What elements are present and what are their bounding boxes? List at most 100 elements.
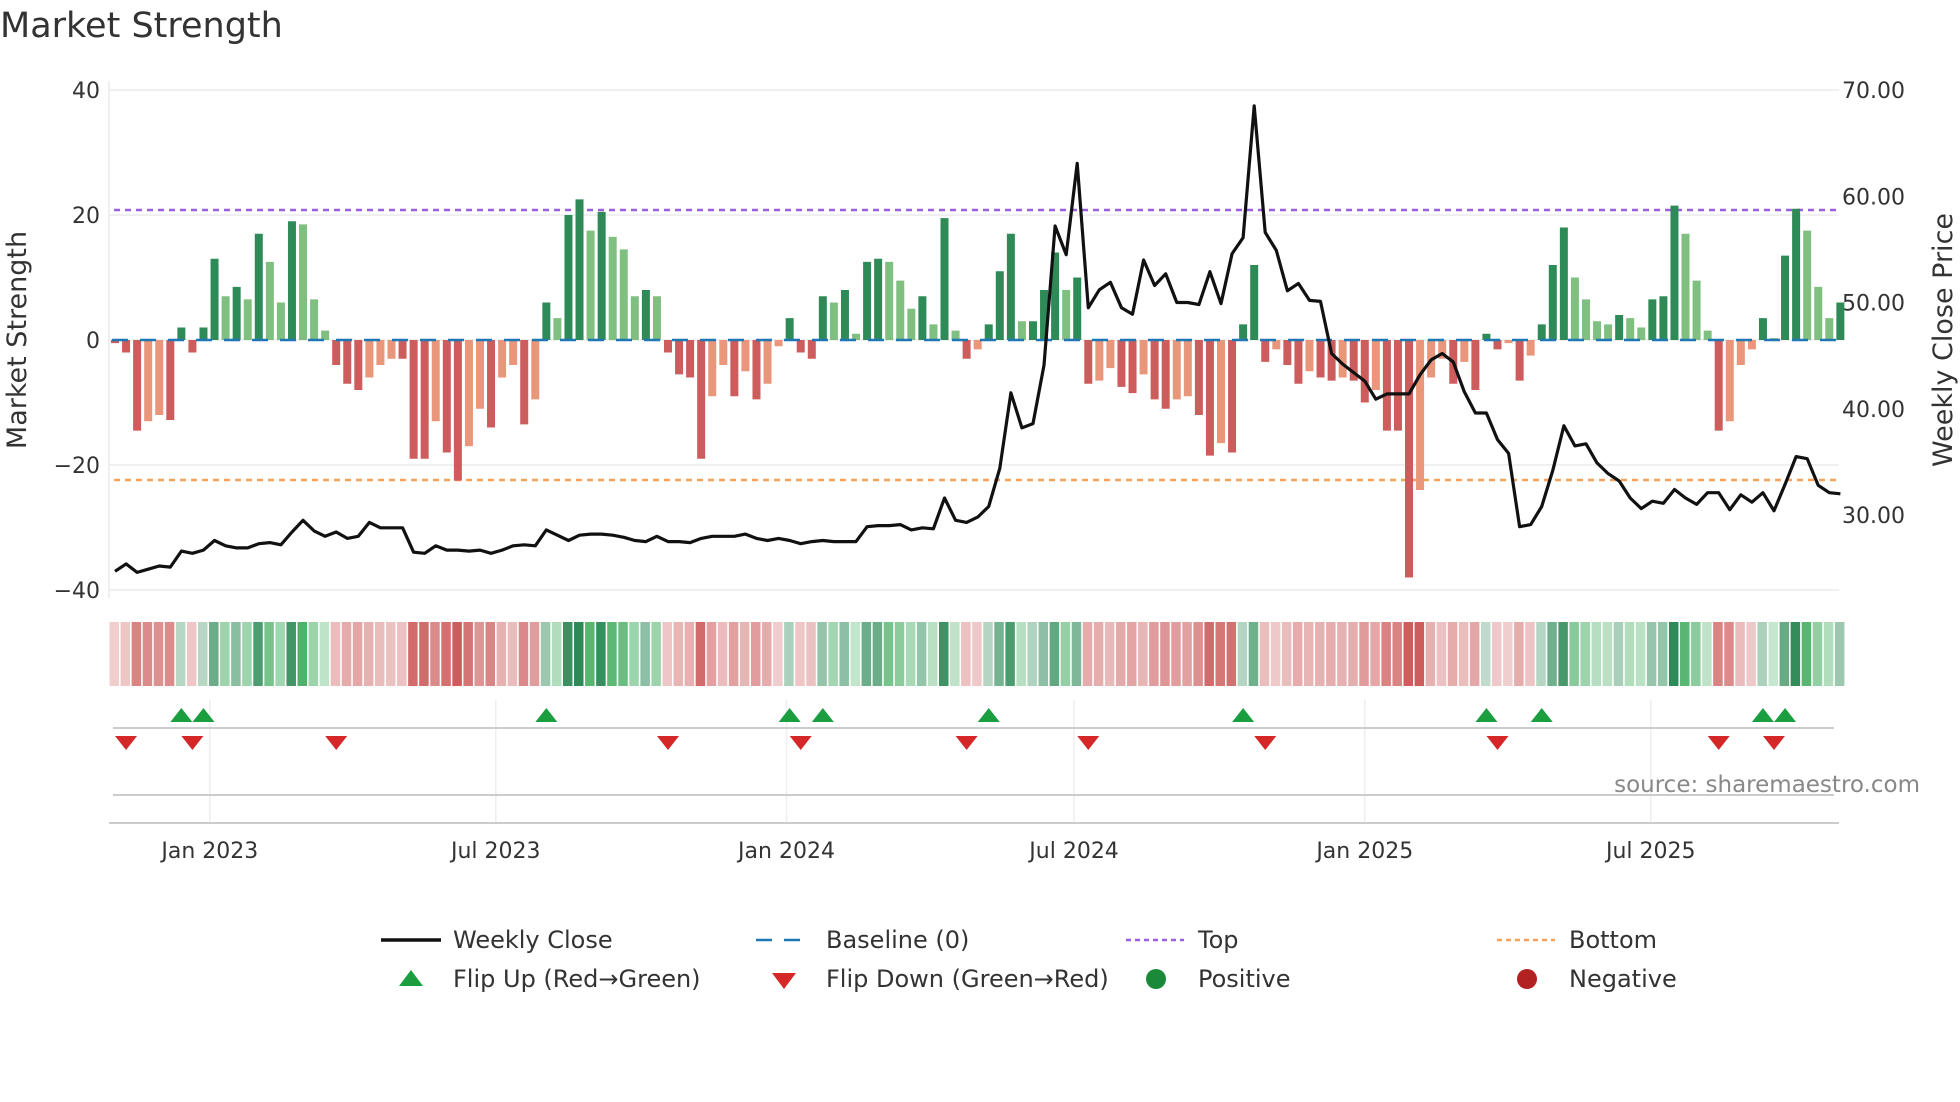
heat-strip-cell: [728, 622, 739, 686]
heat-strip-cell: [441, 622, 451, 686]
legend-positive: Positive: [1126, 965, 1291, 993]
strength-bar: [133, 340, 142, 431]
strength-bar: [1250, 265, 1259, 340]
heat-strip-cell: [1127, 622, 1137, 686]
line-dot-icon: [1497, 928, 1561, 952]
heat-strip-cell: [1370, 622, 1380, 686]
strength-bar: [487, 340, 496, 428]
strength-bar: [1360, 340, 1369, 403]
heat-strip-cell: [1414, 622, 1425, 686]
strength-bar: [1670, 205, 1679, 340]
heat-strip-cell: [352, 622, 363, 686]
strength-bar: [1526, 340, 1535, 356]
strength-bar: [1615, 315, 1624, 340]
heat-strip-cell: [286, 622, 296, 686]
strength-bar: [940, 218, 949, 340]
heat-strip-cell: [1104, 622, 1115, 686]
heat-strip-cell: [861, 622, 872, 686]
heat-strip-cell: [1724, 622, 1734, 686]
flip-down-marker: [657, 736, 679, 750]
strength-bar: [774, 340, 783, 347]
flip-down-marker: [789, 736, 812, 750]
heat-strip-cell: [1115, 622, 1126, 686]
heat-strip-cell: [1657, 622, 1668, 686]
heat-strip-cell: [551, 622, 562, 686]
heat-strip-cell: [397, 622, 407, 686]
strength-bar: [287, 221, 296, 340]
flip-down-marker: [115, 736, 138, 750]
legend-label: Positive: [1198, 965, 1291, 993]
strength-bar: [984, 324, 993, 340]
heat-strip-cell: [153, 622, 164, 686]
heat-strip-cell: [1691, 622, 1701, 686]
legend-label: Negative: [1569, 965, 1677, 993]
heat-strip-cell: [1503, 622, 1513, 686]
y2-tick-label: 70.00: [1842, 79, 1905, 104]
heat-strip-cell: [1215, 622, 1225, 686]
strength-bar: [664, 340, 672, 353]
heat-strip-cell: [839, 622, 849, 686]
heat-strip-cell: [1171, 622, 1181, 686]
heat-strip-cell: [916, 622, 927, 686]
flip-up-marker: [170, 708, 193, 722]
strength-bar: [542, 302, 551, 340]
heat-strip-cell: [1281, 622, 1292, 686]
strength-bar: [365, 340, 374, 378]
heat-strip-cell: [1259, 622, 1270, 686]
y-axis-title: Market Strength: [2, 231, 33, 449]
strength-bar: [1095, 340, 1104, 381]
strength-bar: [1161, 340, 1170, 409]
strength-bar: [619, 249, 628, 340]
legend-top: Top: [1126, 926, 1239, 954]
heat-strip-cell: [640, 622, 650, 686]
strength-bar: [144, 340, 153, 422]
heat-strip-cell: [1635, 622, 1646, 686]
heat-strip-cell: [1613, 622, 1624, 686]
heat-strip-cell: [220, 622, 230, 686]
strength-bar: [697, 340, 706, 459]
heat-strip-cell: [1768, 622, 1778, 686]
flip-down-marker: [1077, 736, 1100, 750]
strength-bar: [929, 324, 938, 340]
legend-baseline: Baseline (0): [754, 926, 969, 954]
heat-strip-cell: [1016, 622, 1026, 686]
heat-strip-cell: [319, 622, 330, 686]
heat-strip-cell: [961, 622, 971, 686]
heat-strip-cell: [430, 622, 440, 686]
strength-bar: [498, 340, 507, 378]
heat-strip-cell: [419, 622, 429, 686]
heat-strip-cell: [474, 622, 484, 686]
x-tick-label: Jan 2024: [736, 839, 835, 864]
heat-strip-cell: [673, 622, 684, 686]
strength-bar: [243, 299, 252, 340]
strength-bar: [741, 340, 750, 372]
heat-strip-cell: [1834, 622, 1845, 686]
heat-strip-cell: [1182, 622, 1192, 686]
heat-strip-cell: [1337, 622, 1347, 686]
strength-bar: [1593, 321, 1602, 340]
heat-strip-cell: [927, 622, 938, 686]
heat-strip-cell: [1536, 622, 1546, 686]
heat-strip-cell: [529, 622, 540, 686]
strength-bar: [1637, 327, 1646, 340]
heat-strip-cell: [1193, 622, 1203, 686]
legend-flip-up: Flip Up (Red→Green): [381, 965, 701, 993]
strength-bar: [398, 340, 407, 359]
heat-strip-cell: [1292, 622, 1303, 686]
strength-bar: [1305, 340, 1314, 372]
strength-bar: [1825, 318, 1834, 340]
strength-bar: [564, 215, 573, 340]
heat-strip-cell: [596, 622, 606, 686]
heat-strip-cell: [1514, 622, 1524, 686]
strength-bar: [1150, 340, 1159, 400]
heat-strip-cell: [253, 622, 263, 686]
strength-bar: [1405, 340, 1414, 578]
heat-strip-cell: [607, 622, 617, 686]
legend-bottom: Bottom: [1497, 926, 1657, 954]
strength-bar: [1073, 277, 1082, 340]
strength-bar: [464, 340, 473, 447]
strength-bar: [1604, 324, 1613, 340]
strength-bar: [122, 340, 131, 353]
strength-bar: [962, 340, 971, 359]
legend-label: Bottom: [1569, 926, 1658, 954]
